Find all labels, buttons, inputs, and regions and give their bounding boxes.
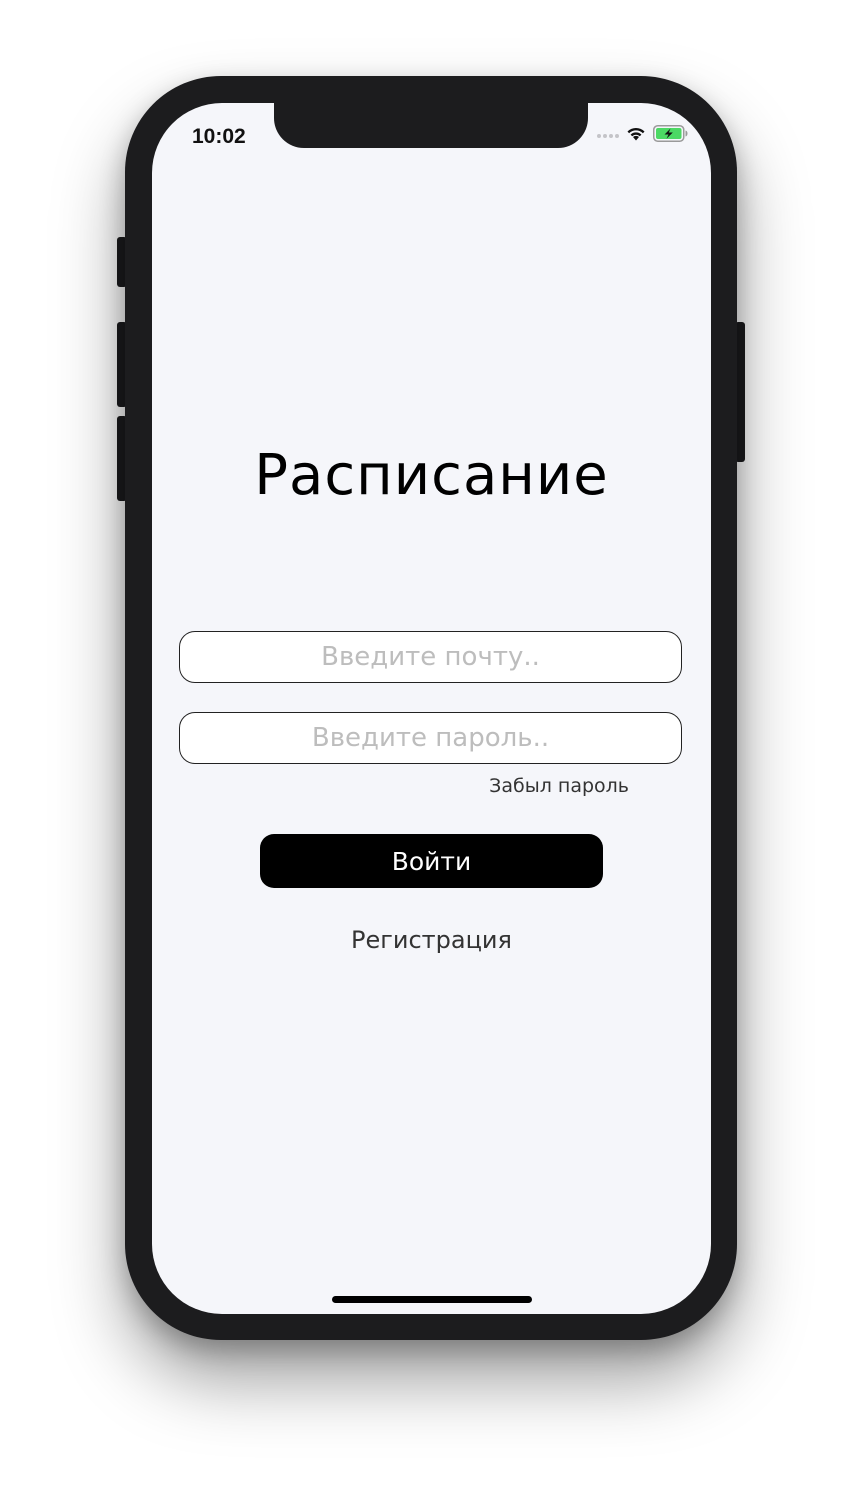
wifi-icon xyxy=(626,126,646,145)
battery-charging-icon xyxy=(653,125,689,146)
signal-dots-icon xyxy=(597,133,619,138)
password-field-container xyxy=(179,712,682,764)
login-button-label: Войти xyxy=(391,846,472,876)
notch xyxy=(274,103,588,148)
email-field[interactable] xyxy=(180,641,681,673)
email-field-container xyxy=(179,631,682,683)
phone-screen: 10:02 Расписание Забыл пароль xyxy=(152,103,711,1314)
status-icons xyxy=(597,125,689,146)
status-time: 10:02 xyxy=(192,125,246,148)
password-field[interactable] xyxy=(180,722,681,754)
login-button[interactable]: Войти xyxy=(260,834,603,888)
home-indicator[interactable] xyxy=(332,1296,532,1303)
forgot-password-link[interactable]: Забыл пароль xyxy=(489,775,629,797)
app-title: Расписание xyxy=(254,443,609,508)
register-link[interactable]: Регистрация xyxy=(152,926,711,954)
